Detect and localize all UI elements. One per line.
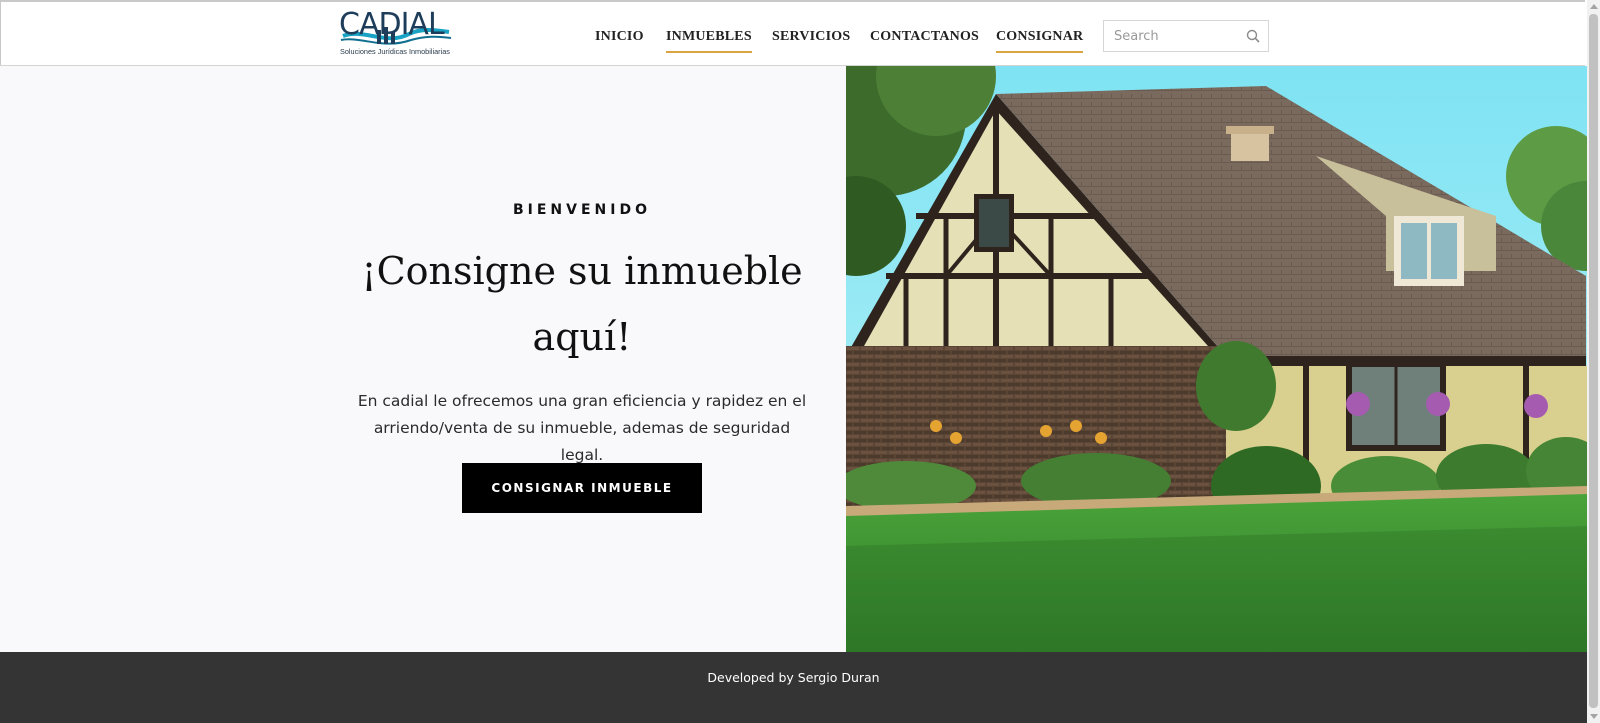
search-box xyxy=(1103,20,1269,52)
logo-wordmark: CADIAL xyxy=(339,7,445,42)
page-scrollbar[interactable] xyxy=(1587,0,1600,723)
hero-headline-line-2: aquí! xyxy=(532,315,632,359)
scroll-down-arrow-icon[interactable] xyxy=(1590,714,1598,719)
hero-headline-line-1: ¡Consigne su inmueble xyxy=(361,249,803,293)
nav-item-inicio[interactable]: INICIO xyxy=(595,29,644,51)
hero-description: En cadial le ofrecemos una gran eficienc… xyxy=(352,388,812,469)
hero-description-line-2: arriendo/venta de su inmueble, ademas de… xyxy=(373,419,791,464)
scroll-up-arrow-icon[interactable] xyxy=(1590,4,1598,9)
logo-tagline: Soluciones Jurídicas Inmobiliarias xyxy=(340,47,450,56)
hero-headline: ¡Consigne su inmueble aquí! xyxy=(356,238,808,370)
scrollbar-thumb[interactable] xyxy=(1589,14,1598,708)
consignar-inmueble-button[interactable]: CONSIGNAR INMUEBLE xyxy=(462,463,702,513)
brand-logo[interactable]: CADIAL Soluciones Jurídicas Inmobiliaria… xyxy=(339,7,454,56)
footer-credit: Developed by Sergio Duran xyxy=(707,670,880,685)
site-footer: Developed by Sergio Duran xyxy=(0,652,1587,723)
hero-house-image xyxy=(846,66,1587,652)
site-header: CADIAL Soluciones Jurídicas Inmobiliaria… xyxy=(0,0,1585,66)
nav-item-servicios[interactable]: SERVICIOS xyxy=(772,29,850,51)
nav-item-inmuebles[interactable]: INMUEBLES xyxy=(666,29,752,53)
house-illustration xyxy=(846,66,1587,652)
search-icon[interactable] xyxy=(1246,29,1260,43)
nav-item-consignar[interactable]: CONSIGNAR xyxy=(996,29,1084,53)
search-input[interactable] xyxy=(1104,21,1238,51)
nav-item-contactanos[interactable]: CONTACTANOS xyxy=(870,29,979,51)
hero-description-line-1: En cadial le ofrecemos una gran eficienc… xyxy=(357,392,807,410)
